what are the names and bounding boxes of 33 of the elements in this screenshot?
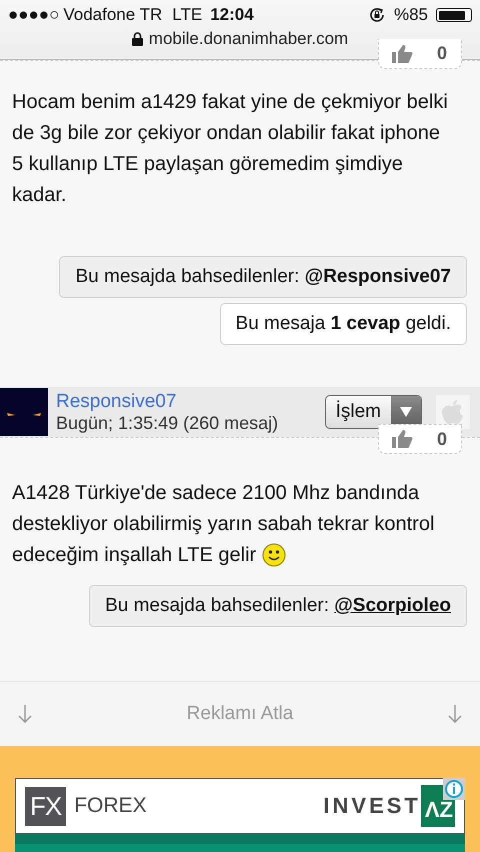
caret-icon xyxy=(400,407,412,417)
battery-icon xyxy=(436,8,472,22)
mentions-box: Bu mesajda bahsedilenler: @Scorpioleo xyxy=(89,585,467,627)
clock: 12:04 xyxy=(210,5,254,25)
battery-percent: %85 xyxy=(394,5,428,25)
ad-brand-text: INVEST xyxy=(323,793,421,819)
reply-count[interactable]: Bu mesaja 1 cevap geldi. xyxy=(220,303,467,345)
post-meta: Bugün; 1:35:49 (260 mesaj) xyxy=(56,412,278,434)
thumbs-up-icon[interactable] xyxy=(391,429,413,449)
ad-logo-mark: FX xyxy=(25,786,66,826)
avatar xyxy=(0,388,48,436)
thumbs-up-icon[interactable] xyxy=(391,44,413,64)
username-link[interactable]: Responsive07 xyxy=(56,390,278,412)
smiley-icon xyxy=(262,543,286,567)
lock-icon xyxy=(132,32,143,46)
signal-strength: ●●●●○ xyxy=(8,5,60,25)
ad-brand-text: FOREX xyxy=(74,794,147,818)
mentions-box: Bu mesajda bahsedilenler: @Responsive07 xyxy=(59,256,467,298)
ad-banner[interactable]: FX FOREX INVEST ΛZ xyxy=(15,778,465,834)
carrier-name: Vodafone TR xyxy=(63,5,162,25)
like-count: 0 xyxy=(436,428,447,450)
network-type: LTE xyxy=(172,5,202,25)
mentioned-user-link[interactable]: @Responsive07 xyxy=(304,266,451,287)
down-arrow-icon xyxy=(448,705,462,723)
action-dropdown[interactable]: İşlem xyxy=(324,395,422,429)
post-text: Hocam benim a1429 fakat yine de çekmiyor belki de 3g bile zor çekiyor ondan olabilir fakat iphone 5 kullanıp LTE paylaşan göremedim şimdiye kadar. xyxy=(12,90,449,208)
url-text[interactable]: mobile.donanimhaber.com xyxy=(148,29,348,49)
like-count: 0 xyxy=(436,43,447,64)
info-icon[interactable] xyxy=(443,778,465,800)
down-arrow-icon xyxy=(18,705,32,723)
post-text: A1428 Türkiye'de sadece 2100 Mhz bandında destekliyor olabilirmiş yarın sabah tekrar kontrol edeceğim inşallah LTE gelir xyxy=(12,481,436,569)
mentioned-user-link[interactable]: @Scorpioleo xyxy=(334,595,451,616)
rotation-lock-icon xyxy=(368,6,386,24)
